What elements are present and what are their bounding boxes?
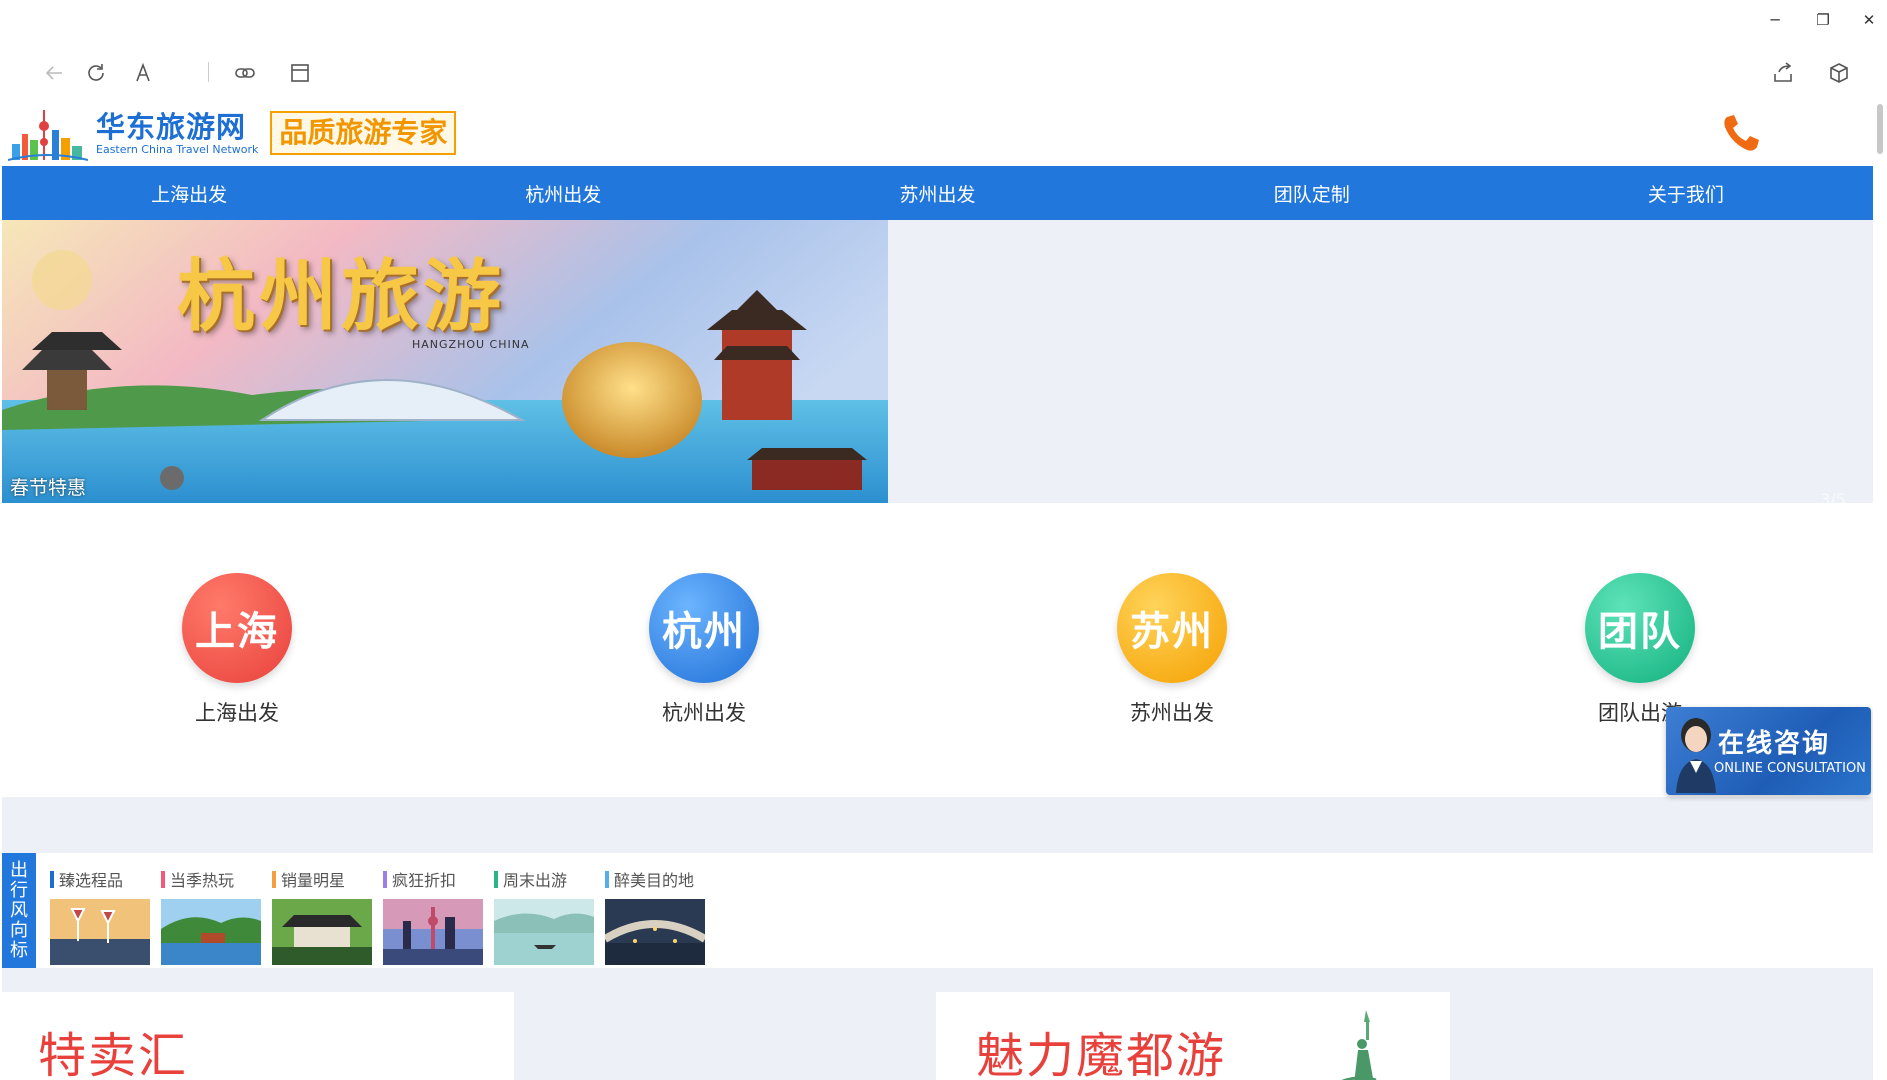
guide-thumbnail[interactable] bbox=[50, 899, 150, 965]
toolbar-divider bbox=[208, 62, 209, 82]
guide-bar bbox=[161, 870, 165, 888]
guide-side-char: 向 bbox=[10, 919, 28, 941]
guide-thumbnail[interactable] bbox=[383, 899, 483, 965]
shanghai-badge-icon: 上海 bbox=[182, 573, 292, 683]
site-logo[interactable]: 华东旅游网 Eastern China Travel Network 品质旅游专… bbox=[8, 104, 457, 162]
guide-thumbnail[interactable] bbox=[161, 899, 261, 965]
guide-item-destination[interactable]: 醉美目的地 bbox=[605, 867, 705, 965]
guide-side-label: 出 行 风 向 标 bbox=[2, 853, 36, 968]
site-header: 华东旅游网 Eastern China Travel Network 品质旅游专… bbox=[2, 99, 1873, 166]
scrollbar-thumb[interactable] bbox=[1877, 104, 1883, 154]
guide-item-label: 醉美目的地 bbox=[605, 867, 705, 891]
departure-label: 杭州出发 bbox=[662, 701, 746, 725]
title-bar: ─ ❐ ✕ bbox=[0, 0, 1887, 40]
departure-shanghai[interactable]: 上海 上海出发 bbox=[157, 573, 317, 733]
city-skyline-logo-icon bbox=[8, 110, 88, 161]
statue-of-liberty-icon bbox=[1341, 1010, 1377, 1080]
consultation-title: 在线咨询 bbox=[1718, 729, 1831, 759]
nav-team-custom[interactable]: 团队定制 bbox=[1125, 166, 1499, 220]
departure-label: 苏州出发 bbox=[1130, 701, 1214, 725]
guide-thumbnail[interactable] bbox=[605, 899, 705, 965]
team-badge-icon: 团队 bbox=[1585, 573, 1695, 683]
guide-label-text: 疯狂折扣 bbox=[392, 871, 457, 890]
guide-item-label: 销量明星 bbox=[272, 867, 372, 891]
browser-window: ─ ❐ ✕ 华东旅游网 Eastern China Travel Network… bbox=[0, 0, 1887, 1080]
font-icon[interactable] bbox=[127, 57, 159, 89]
logo-slogan: 品质旅游专家 bbox=[270, 111, 457, 155]
guide-bar bbox=[383, 870, 387, 888]
consultation-subtitle: ONLINE CONSULTATION bbox=[1714, 761, 1866, 776]
refresh-icon[interactable] bbox=[80, 57, 112, 89]
hangzhou-badge-icon: 杭州 bbox=[649, 573, 759, 683]
guide-side-char: 风 bbox=[10, 899, 28, 921]
shanghai-tour-title: 魅力魔都游 bbox=[976, 1028, 1227, 1080]
guide-thumbnail[interactable] bbox=[494, 899, 594, 965]
guide-label-text: 醉美目的地 bbox=[614, 871, 695, 890]
layout-icon[interactable] bbox=[284, 57, 316, 89]
nav-about[interactable]: 关于我们 bbox=[1499, 166, 1873, 220]
guide-side-char: 行 bbox=[10, 879, 28, 901]
guide-label-text: 销量明星 bbox=[281, 871, 346, 890]
main-nav: 上海出发 杭州出发 苏州出发 团队定制 关于我们 bbox=[2, 166, 1873, 220]
guide-bar bbox=[50, 870, 54, 888]
nav-shanghai[interactable]: 上海出发 bbox=[2, 166, 376, 220]
package-icon[interactable] bbox=[1823, 57, 1855, 89]
guide-item-label: 周末出游 bbox=[494, 867, 594, 891]
guide-label-text: 臻选程品 bbox=[59, 871, 124, 890]
browser-toolbar bbox=[0, 48, 1887, 98]
guide-side-char: 标 bbox=[10, 939, 28, 961]
section-gap bbox=[514, 992, 936, 1080]
special-sale-title: 特卖汇 bbox=[38, 1028, 189, 1080]
departure-suzhou[interactable]: 苏州 苏州出发 bbox=[1092, 573, 1252, 733]
logo-text: 华东旅游网 Eastern China Travel Network bbox=[96, 111, 258, 156]
phone-icon[interactable] bbox=[1719, 111, 1763, 155]
nav-suzhou[interactable]: 苏州出发 bbox=[750, 166, 1124, 220]
departure-hangzhou[interactable]: 杭州 杭州出发 bbox=[624, 573, 784, 733]
guide-label-text: 周末出游 bbox=[503, 871, 568, 890]
link-icon[interactable] bbox=[229, 57, 261, 89]
guide-bar bbox=[272, 870, 276, 888]
guide-label-text: 当季热玩 bbox=[170, 871, 235, 890]
special-sale-section[interactable]: 特卖汇 bbox=[2, 992, 514, 1080]
guide-item-seasonal[interactable]: 当季热玩 bbox=[161, 867, 261, 965]
web-page[interactable]: 华东旅游网 Eastern China Travel Network 品质旅游专… bbox=[2, 99, 1873, 1080]
shanghai-tour-section[interactable]: 魅力魔都游 bbox=[936, 992, 1450, 1080]
departure-section: 上海 上海出发 杭州 杭州出发 苏州 苏州出发 团队 团队出游 bbox=[2, 503, 1873, 797]
guide-item-label: 臻选程品 bbox=[50, 867, 150, 891]
guide-item-bestseller[interactable]: 销量明星 bbox=[272, 867, 372, 965]
close-button[interactable]: ✕ bbox=[1855, 6, 1883, 34]
logo-subtitle: Eastern China Travel Network bbox=[96, 142, 259, 156]
guide-bar bbox=[494, 870, 498, 888]
nav-hangzhou[interactable]: 杭州出发 bbox=[376, 166, 750, 220]
banner-title: 杭州旅游 bbox=[177, 251, 506, 342]
logo-title: 华东旅游网 bbox=[96, 109, 247, 144]
back-arrow-icon[interactable] bbox=[38, 57, 70, 89]
banner-subtitle: HANGZHOU CHINA bbox=[412, 338, 530, 351]
travel-guide-strip: 出 行 风 向 标 臻选程品 当季热玩 销量明星 疯狂折扣 周末出游 醉美目的地 bbox=[2, 853, 1873, 968]
guide-item-label: 疯狂折扣 bbox=[383, 867, 483, 891]
guide-bar bbox=[605, 870, 609, 888]
page-scrollbar[interactable] bbox=[1875, 100, 1885, 1080]
suzhou-badge-icon: 苏州 bbox=[1117, 573, 1227, 683]
guide-item-label: 当季热玩 bbox=[161, 867, 261, 891]
guide-side-char: 出 bbox=[10, 859, 28, 881]
share-icon[interactable] bbox=[1767, 57, 1799, 89]
guide-item-discount[interactable]: 疯狂折扣 bbox=[383, 867, 483, 965]
departure-label: 上海出发 bbox=[195, 701, 279, 725]
online-consultation-widget[interactable]: 在线咨询 ONLINE CONSULTATION bbox=[1666, 707, 1871, 795]
guide-item-weekend[interactable]: 周末出游 bbox=[494, 867, 594, 965]
banner-image[interactable]: 杭州旅游 HANGZHOU CHINA 春节特惠 bbox=[2, 220, 888, 503]
guide-item-selected[interactable]: 臻选程品 bbox=[50, 867, 150, 965]
minimize-button[interactable]: ─ bbox=[1761, 6, 1789, 34]
banner-caption: 春节特惠 bbox=[10, 477, 87, 499]
guide-thumbnail[interactable] bbox=[272, 899, 372, 965]
consultant-avatar-icon bbox=[1676, 718, 1716, 793]
restore-button[interactable]: ❐ bbox=[1809, 6, 1837, 34]
banner-carousel[interactable]: 杭州旅游 HANGZHOU CHINA 春节特惠 3/5 bbox=[2, 220, 1873, 509]
